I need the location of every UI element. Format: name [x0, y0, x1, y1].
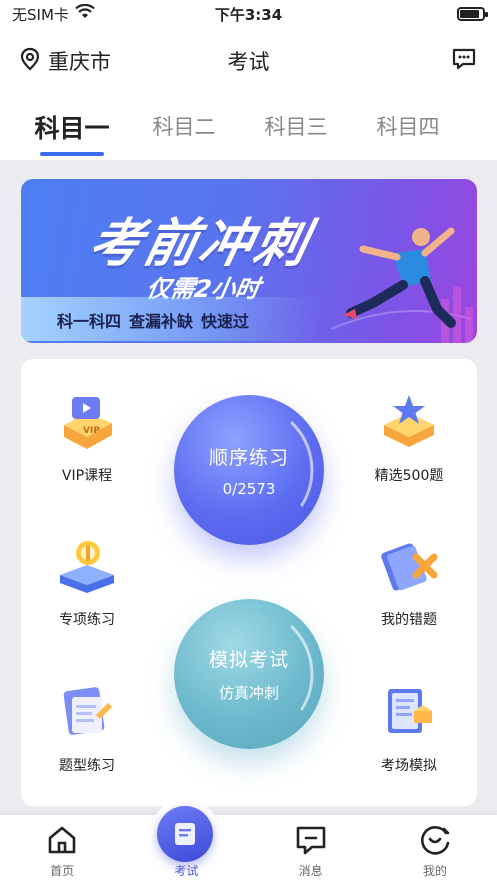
practice-card: VIP VIP课程 专项练习 题型练习 精选500题 我的错题 考场模拟 顺序练…	[21, 359, 477, 806]
chat-icon	[451, 47, 477, 75]
sequential-ring	[290, 421, 314, 507]
runner-illustration	[343, 227, 456, 328]
home-icon	[45, 822, 79, 858]
status-bar: 无SIM卡 下午3:34	[0, 0, 497, 28]
profile-icon	[418, 822, 452, 858]
location-pin-icon	[20, 47, 40, 76]
tab-subject-4[interactable]: 科目四	[352, 94, 464, 160]
location-selector[interactable]: 重庆市	[20, 46, 170, 76]
nav-messages-label: 消息	[298, 864, 323, 878]
vip-course-icon: VIP	[52, 387, 122, 457]
star-500-icon	[374, 387, 444, 457]
slogan-part-1: 科一科四	[57, 312, 122, 331]
exam-room-label: 考场模拟	[381, 758, 437, 774]
tab-subject-1[interactable]: 科目一	[16, 94, 128, 160]
city-label: 重庆市	[48, 50, 111, 74]
special-practice-icon	[52, 531, 122, 601]
subject-tabs: 科目一 科目二 科目三 科目四	[0, 94, 497, 160]
nav-home[interactable]: 首页	[0, 815, 124, 883]
header: 重庆市 考试	[0, 28, 497, 94]
wifi-icon	[75, 3, 95, 24]
question-type-button[interactable]: 题型练习	[27, 677, 147, 775]
chat-button[interactable]	[327, 47, 477, 75]
exam-room-button[interactable]: 考场模拟	[349, 677, 469, 775]
tab-subject-2[interactable]: 科目二	[128, 94, 240, 160]
nav-exam-label: 考试	[174, 864, 199, 878]
vip-course-label: VIP课程	[61, 468, 113, 484]
page-title: 考试	[227, 50, 270, 74]
mock-ring	[290, 625, 314, 711]
special-practice-label: 专项练习	[59, 612, 115, 628]
bottom-nav: 首页 考试 消息 我的	[0, 815, 497, 883]
carrier-text: 无SIM卡	[12, 5, 69, 24]
promo-banner[interactable]: 考前冲刺 仅需2小时 科一科四 查漏补缺 快速过	[21, 179, 477, 343]
special-practice-button[interactable]: 专项练习	[27, 531, 147, 629]
exam-icon[interactable]	[157, 806, 213, 862]
selected-500-button[interactable]: 精选500题	[349, 387, 469, 485]
banner-title: 考前冲刺	[83, 214, 317, 274]
slogan-part-2: 查漏补缺	[129, 312, 194, 331]
battery-level	[460, 10, 479, 18]
exam-room-icon	[374, 677, 444, 747]
nav-profile[interactable]: 我的	[373, 815, 497, 883]
nav-messages[interactable]: 消息	[249, 815, 373, 883]
banner-slogan: 科一科四 查漏补缺 快速过	[51, 303, 249, 337]
message-icon	[294, 822, 328, 858]
svg-text:VIP: VIP	[83, 426, 100, 436]
question-type-label: 题型练习	[59, 758, 115, 774]
slogan-part-3: 快速过	[201, 312, 250, 331]
status-time: 下午3:34	[214, 5, 283, 24]
battery-icon	[457, 7, 488, 21]
selected-500-label: 精选500题	[374, 468, 444, 484]
nav-profile-label: 我的	[422, 864, 447, 878]
tab-subject-3[interactable]: 科目三	[240, 94, 352, 160]
nav-home-label: 首页	[50, 864, 75, 878]
wrong-questions-icon	[374, 531, 444, 601]
wrong-questions-button[interactable]: 我的错题	[349, 531, 469, 629]
vip-course-button[interactable]: VIP VIP课程	[27, 387, 147, 485]
question-type-icon	[52, 677, 122, 747]
wrong-questions-label: 我的错题	[381, 612, 437, 628]
